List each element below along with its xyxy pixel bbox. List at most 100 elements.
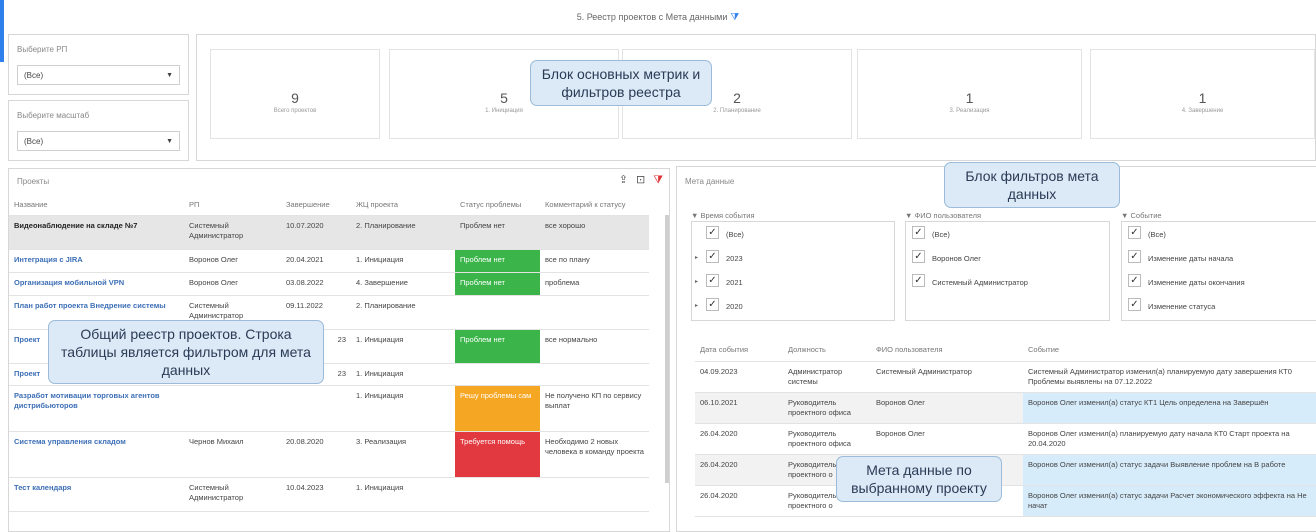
column-header[interactable]: Должность xyxy=(783,339,871,362)
filter-item[interactable]: ▸ ✓ 2020 xyxy=(692,294,894,318)
callout-metrics: Блок основных метрик и фильтров реестра xyxy=(530,60,712,106)
metric-execution[interactable]: 1 3. Реализация xyxy=(857,49,1082,139)
checkbox-checked-icon[interactable]: ✓ xyxy=(912,274,925,287)
column-header[interactable]: Завершение xyxy=(281,195,351,216)
filter-item[interactable]: ✓ Изменение статуса xyxy=(1122,294,1316,318)
project-comment: все по плану xyxy=(540,249,649,273)
metric-total[interactable]: 9 Всего проектов xyxy=(210,49,380,139)
project-status xyxy=(455,295,540,330)
checkbox-checked-icon[interactable]: ✓ xyxy=(1128,298,1141,311)
project-pm: Системный Администратор xyxy=(184,477,281,512)
project-comment xyxy=(540,363,649,386)
checkbox-checked-icon[interactable]: ✓ xyxy=(706,250,719,263)
filter-item[interactable]: ▸ ✓ 2021 xyxy=(692,270,894,294)
project-status: Проблем нет xyxy=(455,329,540,364)
filter-item[interactable]: ✓ (Все) xyxy=(1122,222,1316,246)
checkbox-checked-icon[interactable]: ✓ xyxy=(1128,226,1141,239)
filter-item-label: (Все) xyxy=(726,230,744,239)
table-row: 26.04.2020 Руководитель проектного о Вор… xyxy=(695,485,1316,517)
event-filter-title: ▼ Событие xyxy=(1121,211,1162,220)
project-status: Требуется помощь xyxy=(455,431,540,478)
metrics-panel: 9 Всего проектов 5 1. Инициация 2 2. Пла… xyxy=(196,34,1316,161)
filter-item[interactable]: ✓ Изменение даты начала xyxy=(1122,246,1316,270)
table-row[interactable]: Интеграция с JIRA Воронов Олег 20.04.202… xyxy=(9,249,649,273)
table-row[interactable]: Видеонаблюдение на складе №7 Системный А… xyxy=(9,215,649,250)
project-stage: 1. Инициация xyxy=(351,385,455,432)
column-header[interactable]: Статус проблемы xyxy=(455,195,540,216)
table-header: Дата события Должность ФИО пользователя … xyxy=(695,339,1316,362)
column-header[interactable]: РП xyxy=(184,195,281,216)
rp-filter-panel: Выберите РП (Все) ▼ xyxy=(8,34,189,95)
accent-bar xyxy=(0,0,4,62)
project-comment xyxy=(540,477,649,512)
event-date: 26.04.2020 xyxy=(695,454,783,486)
projects-toolbar: ⇪ ⊡ ⧩ xyxy=(611,173,663,187)
event-filter-list: ✓ (Все) ✓ Изменение даты начала ✓ Изменение… xyxy=(1121,221,1316,321)
filter-item[interactable]: ▸ ✓ 2023 xyxy=(692,246,894,270)
callout-meta-filters: Блок фильтров мета данных xyxy=(944,162,1120,208)
user-filter-title: ▼ ФИО пользователя xyxy=(905,211,982,220)
checkbox-checked-icon[interactable]: ✓ xyxy=(706,298,719,311)
metric-label: 1. Инициация xyxy=(485,108,523,114)
project-name[interactable]: Система управления складом xyxy=(9,431,184,478)
scale-select[interactable]: (Все) ▼ xyxy=(17,131,180,151)
expand-icon[interactable]: ▸ xyxy=(695,302,698,309)
table-header: Название РП Завершение ЖЦ проекта Статус… xyxy=(9,195,649,216)
expand-icon[interactable]: ▸ xyxy=(695,254,698,261)
column-header[interactable]: Название xyxy=(9,195,184,216)
project-name[interactable]: Видеонаблюдение на складе №7 xyxy=(9,215,184,250)
checkbox-checked-icon[interactable]: ✓ xyxy=(706,226,719,239)
table-row[interactable]: Тест календаря Системный Администратор 1… xyxy=(9,477,649,512)
project-name[interactable]: Разработ мотивации торговых агентов дист… xyxy=(9,385,184,432)
project-name[interactable]: Тест календаря xyxy=(9,477,184,512)
user-filter-list: ✓ (Все) ✓ Воронов Олег ✓ Системный Админист… xyxy=(905,221,1110,321)
rp-select[interactable]: (Все) ▼ xyxy=(17,65,180,85)
project-comment: Не получено КП по сервису выплат xyxy=(540,385,649,432)
column-header[interactable]: Комментарий к статусу xyxy=(540,195,649,216)
metric-completion[interactable]: 1 4. Завершение xyxy=(1090,49,1315,139)
expand-icon[interactable]: ▸ xyxy=(695,278,698,285)
column-header[interactable]: ФИО пользователя xyxy=(871,339,1023,362)
event-role: Администратор системы xyxy=(783,361,871,393)
clear-filter-icon[interactable]: ⧩ xyxy=(653,174,663,186)
checkbox-checked-icon[interactable]: ✓ xyxy=(1128,274,1141,287)
column-header[interactable]: Дата события xyxy=(695,339,783,362)
column-header[interactable]: Событие xyxy=(1023,339,1316,362)
filter-item-label: (Все) xyxy=(1148,230,1166,239)
table-row[interactable]: Разработ мотивации торговых агентов дист… xyxy=(9,385,649,432)
page-title: 5. Реестр проектов с Мета данными ⧩ xyxy=(0,12,1316,23)
filter-item-label: Изменение даты начала xyxy=(1148,254,1234,263)
vertical-scrollbar[interactable] xyxy=(665,215,669,483)
project-name[interactable]: Интеграция с JIRA xyxy=(9,249,184,273)
event-user: Воронов Олег xyxy=(871,392,1023,424)
filter-item-label: Изменение даты окончания xyxy=(1148,278,1245,287)
project-status: Решу проблемы сам xyxy=(455,385,540,432)
export-icon[interactable]: ⇪ xyxy=(619,174,628,186)
fullscreen-icon[interactable]: ⊡ xyxy=(636,174,645,186)
project-name[interactable]: Организация мобильной VPN xyxy=(9,272,184,296)
filter-item[interactable]: ✓ (Все) xyxy=(692,222,894,246)
event-text: Воронов Олег изменил(а) статус задачи Вы… xyxy=(1023,454,1316,486)
metric-label: 2. Планирование xyxy=(713,108,761,114)
checkbox-checked-icon[interactable]: ✓ xyxy=(706,274,719,287)
table-row[interactable]: Организация мобильной VPN Воронов Олег 0… xyxy=(9,272,649,296)
time-filter-title: ▼ Время события xyxy=(691,211,755,220)
checkbox-checked-icon[interactable]: ✓ xyxy=(912,250,925,263)
filter-icon[interactable]: ⧩ xyxy=(730,12,739,23)
table-row[interactable]: Система управления складом Чернов Михаил… xyxy=(9,431,649,478)
filter-item[interactable]: ✓ Изменение даты окончания xyxy=(1122,270,1316,294)
project-stage: 1. Инициация xyxy=(351,249,455,273)
filter-item-label: 2023 xyxy=(726,254,743,263)
project-end: 03.08.2022 xyxy=(281,272,351,296)
checkbox-checked-icon[interactable]: ✓ xyxy=(912,226,925,239)
filter-item[interactable]: ✓ Воронов Олег xyxy=(906,246,1109,270)
callout-meta-data: Мета данные по выбранному проекту xyxy=(836,456,1002,502)
column-header[interactable]: ЖЦ проекта xyxy=(351,195,455,216)
table-row: 04.09.2023 Администратор системы Системн… xyxy=(695,361,1316,393)
filter-item-label: 2021 xyxy=(726,278,743,287)
filter-item[interactable]: ✓ (Все) xyxy=(906,222,1109,246)
filter-item[interactable]: ✓ Системный Администратор xyxy=(906,270,1109,294)
event-date: 26.04.2020 xyxy=(695,423,783,455)
event-date: 06.10.2021 xyxy=(695,392,783,424)
checkbox-checked-icon[interactable]: ✓ xyxy=(1128,250,1141,263)
